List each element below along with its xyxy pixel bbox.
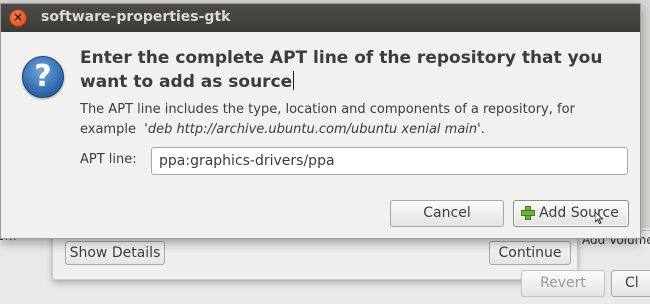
- dialog-description: The APT line includes the type, location…: [80, 102, 575, 137]
- plus-icon: [521, 206, 535, 220]
- add-source-label: Add Source: [539, 205, 619, 221]
- mouse-cursor-icon: [595, 212, 603, 224]
- question-icon: ?: [22, 56, 64, 98]
- show-details-button[interactable]: Show Details: [65, 241, 165, 265]
- close-icon[interactable]: ×: [9, 9, 27, 27]
- add-source-dialog: × software-properties-gtk ? Enter the co…: [0, 3, 641, 239]
- apt-line-input[interactable]: [151, 147, 628, 175]
- close-button-partial[interactable]: Cl: [611, 270, 650, 297]
- text-caret: [293, 71, 295, 90]
- cancel-button[interactable]: Cancel: [390, 200, 504, 227]
- dialog-heading: Enter the complete APT line of the repos…: [80, 46, 635, 94]
- title-bar: × software-properties-gtk: [1, 4, 640, 32]
- revert-button[interactable]: Revert: [521, 270, 605, 297]
- window-title: software-properties-gtk: [41, 9, 231, 25]
- question-glyph: ?: [34, 59, 52, 94]
- heading-text: Enter the complete APT line of the repos…: [80, 48, 603, 92]
- description-example: deb http://archive.ubuntu.com/ubuntu xen…: [147, 122, 478, 137]
- continue-button[interactable]: Continue: [489, 241, 571, 265]
- apt-line-label: APT line:: [80, 152, 137, 167]
- add-source-button[interactable]: Add Source: [513, 200, 629, 227]
